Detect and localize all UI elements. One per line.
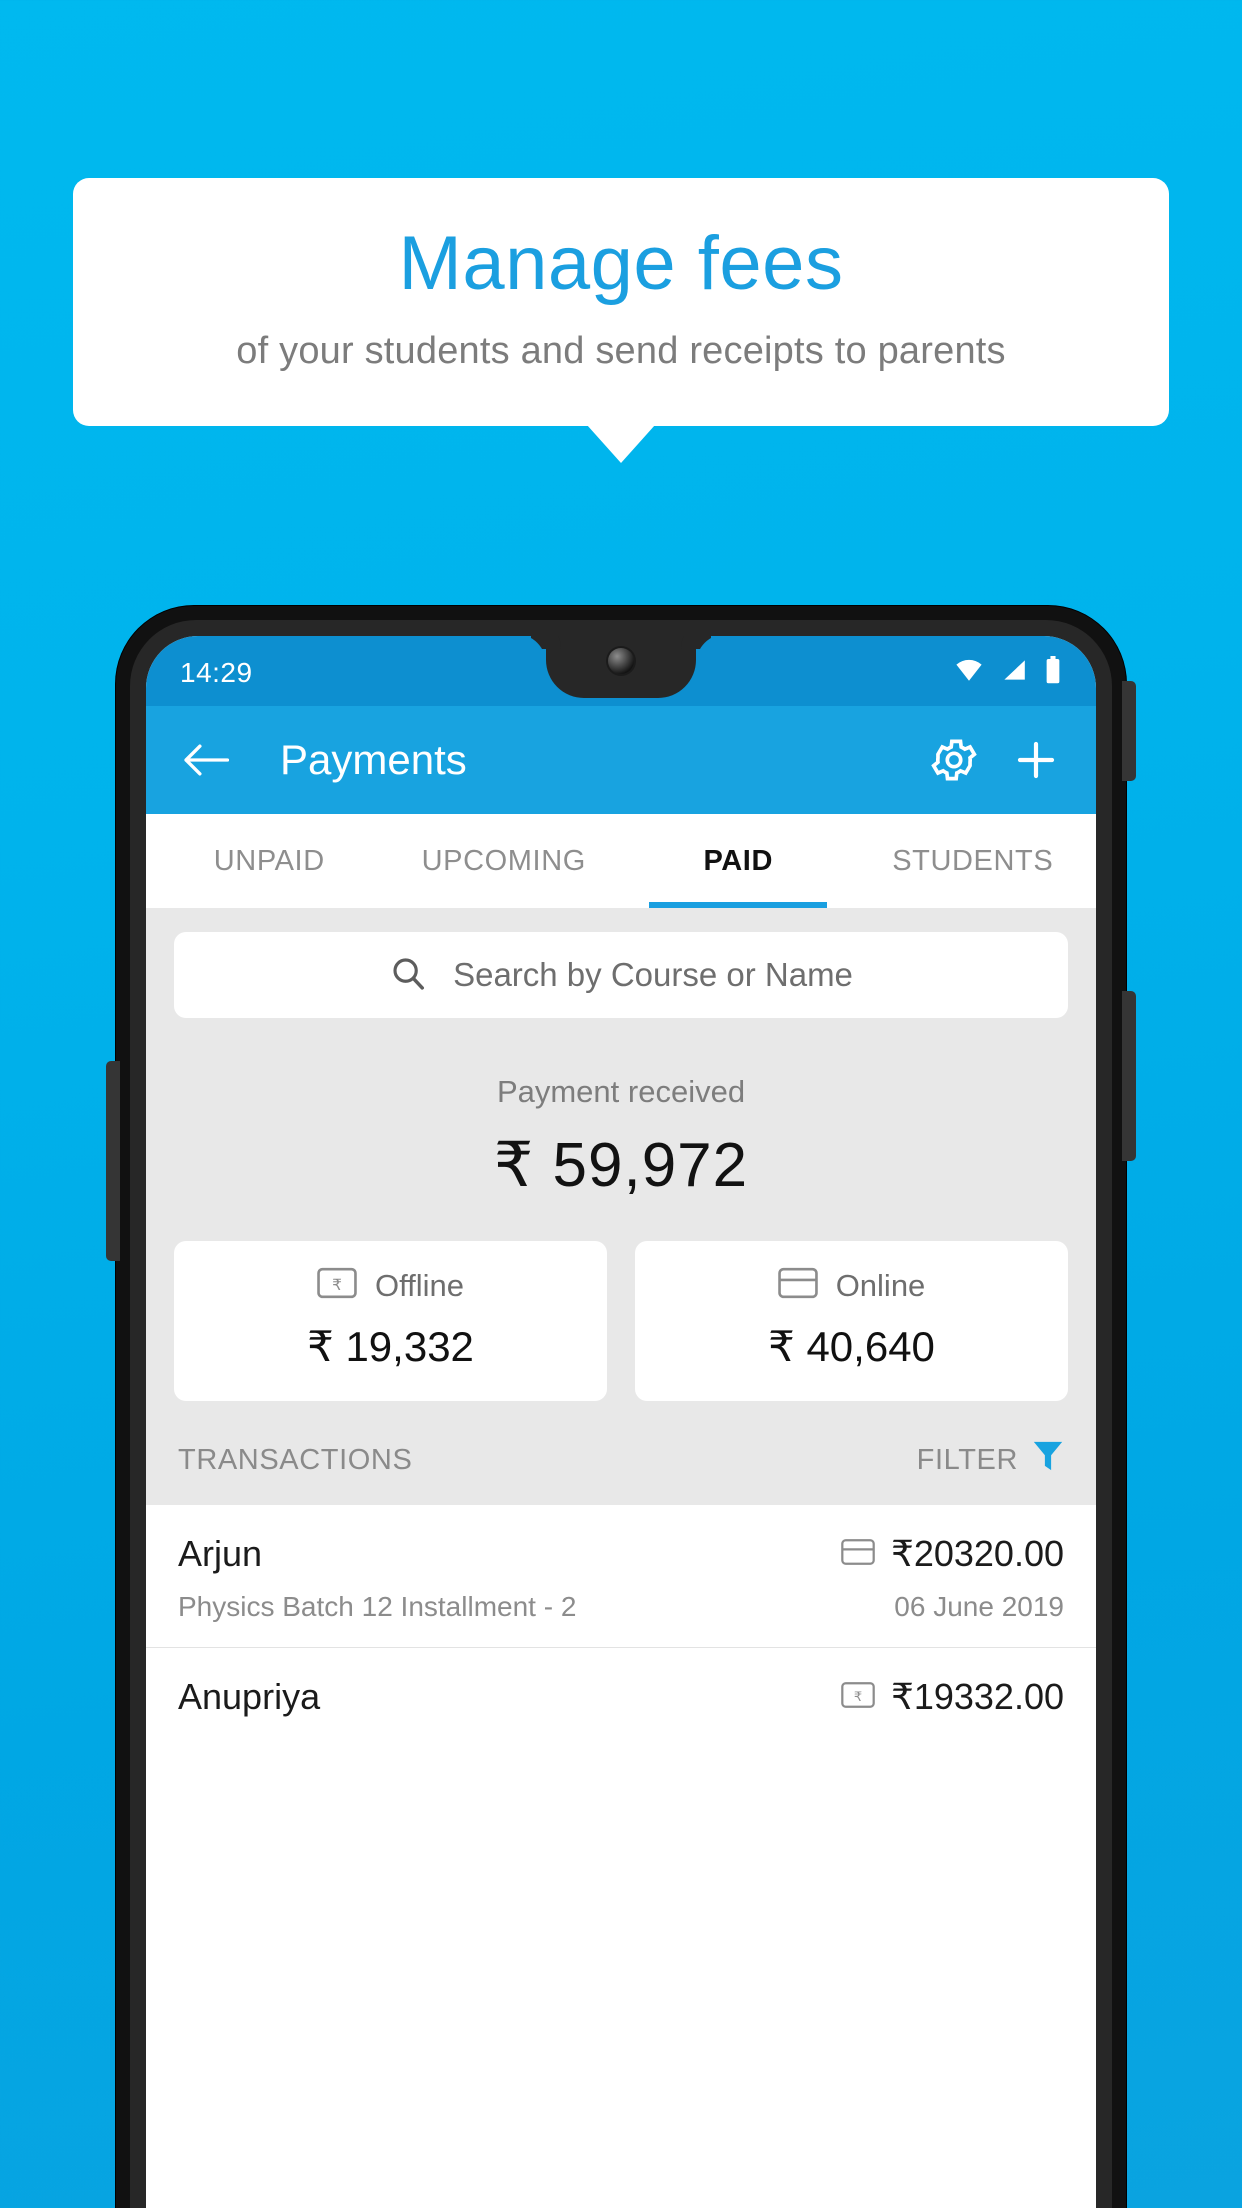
transactions-header: TRANSACTIONS FILTER — [146, 1401, 1096, 1505]
offline-card-amount: ₹ 19,332 — [307, 1323, 474, 1370]
battery-icon — [1044, 655, 1062, 691]
gear-icon[interactable] — [928, 734, 980, 786]
online-card-label: Online — [835, 1267, 926, 1303]
transaction-name: Anupriya — [178, 1676, 321, 1717]
filter-button[interactable]: FILTER — [917, 1439, 1064, 1481]
tab-bar: UNPAID UPCOMING PAID STUDENTS — [146, 814, 1096, 908]
transaction-primary-line: Arjun ₹20320.00 — [178, 1533, 1064, 1575]
transaction-date: 06 June 2019 — [894, 1591, 1064, 1622]
wifi-icon — [954, 657, 984, 689]
search-icon — [389, 954, 427, 997]
front-camera-icon — [608, 648, 634, 674]
transactions-list: Arjun ₹20320.00 Physics Batch 12 Install… — [146, 1505, 1096, 1742]
transaction-amount: ₹20320.00 — [890, 1533, 1064, 1574]
transaction-course: Physics Batch 12 Installment - 2 — [178, 1591, 577, 1622]
plus-icon[interactable] — [1010, 734, 1062, 786]
signal-icon — [1000, 657, 1028, 689]
phone-power-button[interactable] — [1122, 681, 1136, 781]
phone-screen: 14:29 Payments UNPAID UPCOMING PAID STUD… — [146, 636, 1096, 2208]
content-area: Search by Course or Name Payment receive… — [146, 908, 1096, 1505]
rupee-note-icon: ₹ — [317, 1267, 357, 1304]
filter-funnel-icon — [1032, 1439, 1064, 1481]
page-title: Payments — [280, 736, 467, 783]
table-row[interactable]: Arjun ₹20320.00 Physics Batch 12 Install… — [146, 1505, 1096, 1647]
status-time: 14:29 — [180, 657, 253, 688]
search-placeholder: Search by Course or Name — [453, 956, 853, 993]
tab-students[interactable]: STUDENTS — [856, 814, 1091, 908]
tab-paid[interactable]: PAID — [621, 814, 856, 908]
table-row[interactable]: Anupriya ₹ ₹19332.00 — [146, 1647, 1096, 1742]
phone-volume-button-right[interactable] — [1122, 991, 1136, 1161]
method-cards: ₹ Offline ₹ 19,332 Online ₹ 40,640 — [146, 1211, 1096, 1401]
transaction-primary-line: Anupriya ₹ ₹19332.00 — [178, 1676, 1064, 1718]
promo-bubble-tail — [587, 425, 655, 463]
offline-card[interactable]: ₹ Offline ₹ 19,332 — [174, 1241, 607, 1401]
tab-upcoming[interactable]: UPCOMING — [387, 814, 622, 908]
online-card-header: Online — [777, 1267, 926, 1304]
status-icons — [954, 652, 1062, 691]
tab-unpaid[interactable]: UNPAID — [152, 814, 387, 908]
online-card-amount: ₹ 40,640 — [768, 1323, 935, 1370]
summary-amount: ₹ 59,972 — [493, 1131, 749, 1200]
search-wrapper: Search by Course or Name — [146, 908, 1096, 1028]
transaction-amount-group: ₹ ₹19332.00 — [841, 1676, 1064, 1718]
phone-volume-button-left[interactable] — [106, 1061, 120, 1261]
search-input[interactable]: Search by Course or Name — [174, 932, 1068, 1018]
svg-text:₹: ₹ — [332, 1276, 342, 1294]
display-notch — [546, 636, 696, 698]
promo-subtitle: of your students and send receipts to pa… — [236, 329, 1006, 372]
status-bar: 14:29 — [146, 636, 1096, 706]
transaction-amount-group: ₹20320.00 — [841, 1533, 1064, 1575]
credit-card-icon — [841, 1538, 875, 1571]
transaction-name: Arjun — [178, 1533, 263, 1574]
summary-label: Payment received — [496, 1074, 746, 1109]
credit-card-icon — [777, 1267, 818, 1304]
offline-card-header: ₹ Offline — [317, 1267, 464, 1304]
transactions-title: TRANSACTIONS — [178, 1443, 413, 1476]
rupee-note-icon: ₹ — [841, 1681, 875, 1714]
payment-summary: Payment received ₹ 59,972 — [146, 1028, 1096, 1211]
filter-label: FILTER — [916, 1443, 1018, 1476]
promo-title: Manage fees — [398, 220, 844, 306]
transaction-amount: ₹19332.00 — [890, 1676, 1064, 1717]
online-card[interactable]: Online ₹ 40,640 — [635, 1241, 1068, 1401]
promo-bubble: Manage fees of your students and send re… — [73, 178, 1169, 426]
phone-mockup: 14:29 Payments UNPAID UPCOMING PAID STUD… — [106, 606, 1136, 2208]
arrow-back-icon[interactable] — [180, 734, 232, 786]
svg-text:₹: ₹ — [854, 1689, 862, 1704]
app-bar: Payments — [146, 706, 1096, 814]
offline-card-label: Offline — [374, 1267, 465, 1303]
transaction-secondary-line: Physics Batch 12 Installment - 2 06 June… — [178, 1591, 1064, 1623]
